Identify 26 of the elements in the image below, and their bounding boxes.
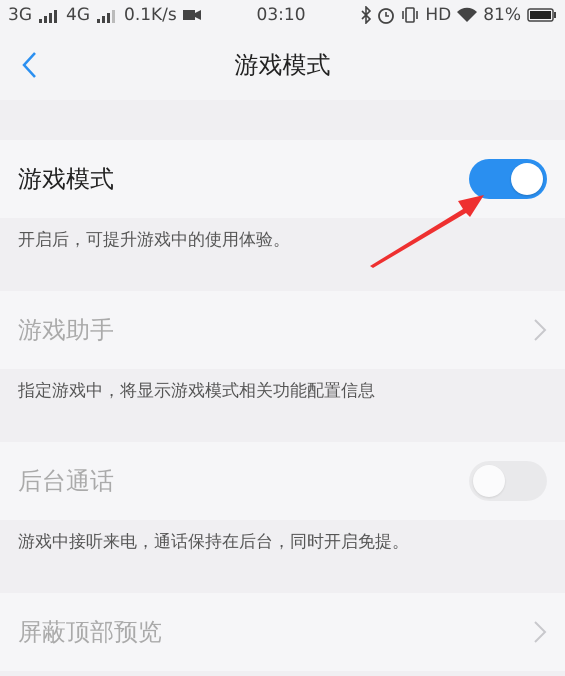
- page-title: 游戏模式: [234, 50, 330, 81]
- wifi-icon: [457, 7, 478, 23]
- setting-label: 后台通话: [18, 466, 114, 497]
- setting-label: 游戏模式: [18, 164, 114, 195]
- alarm-icon: [377, 6, 396, 24]
- battery-level: 81%: [483, 5, 521, 25]
- chevron-icon: [533, 620, 547, 644]
- status-time: 03:10: [256, 5, 306, 25]
- camera-icon: [182, 9, 201, 21]
- bluetooth-icon: [361, 6, 372, 24]
- setting-description: 游戏中接听来电，通话保持在后台，同时开启免提。: [18, 532, 409, 552]
- vibrate-icon: [401, 6, 420, 24]
- setting-label: 游戏助手: [18, 315, 114, 346]
- toggle-switch[interactable]: [469, 159, 547, 199]
- setting-description: 开启后，可提升游戏中的使用体验。: [18, 230, 290, 250]
- signal-icon: [96, 7, 118, 23]
- setting-description: 指定游戏中，将显示游戏模式相关功能配置信息: [18, 381, 375, 401]
- settings-row[interactable]: 游戏模式: [0, 140, 565, 218]
- status-text: HD: [425, 5, 452, 25]
- signal-icon: [38, 7, 60, 23]
- setting-label: 屏蔽顶部预览: [18, 617, 162, 648]
- status-text: 3G: [8, 5, 32, 25]
- status-text: 0.1K/s: [124, 5, 177, 25]
- battery-icon: [526, 8, 557, 22]
- status-text: 4G: [66, 5, 90, 25]
- chevron-icon: [533, 318, 547, 342]
